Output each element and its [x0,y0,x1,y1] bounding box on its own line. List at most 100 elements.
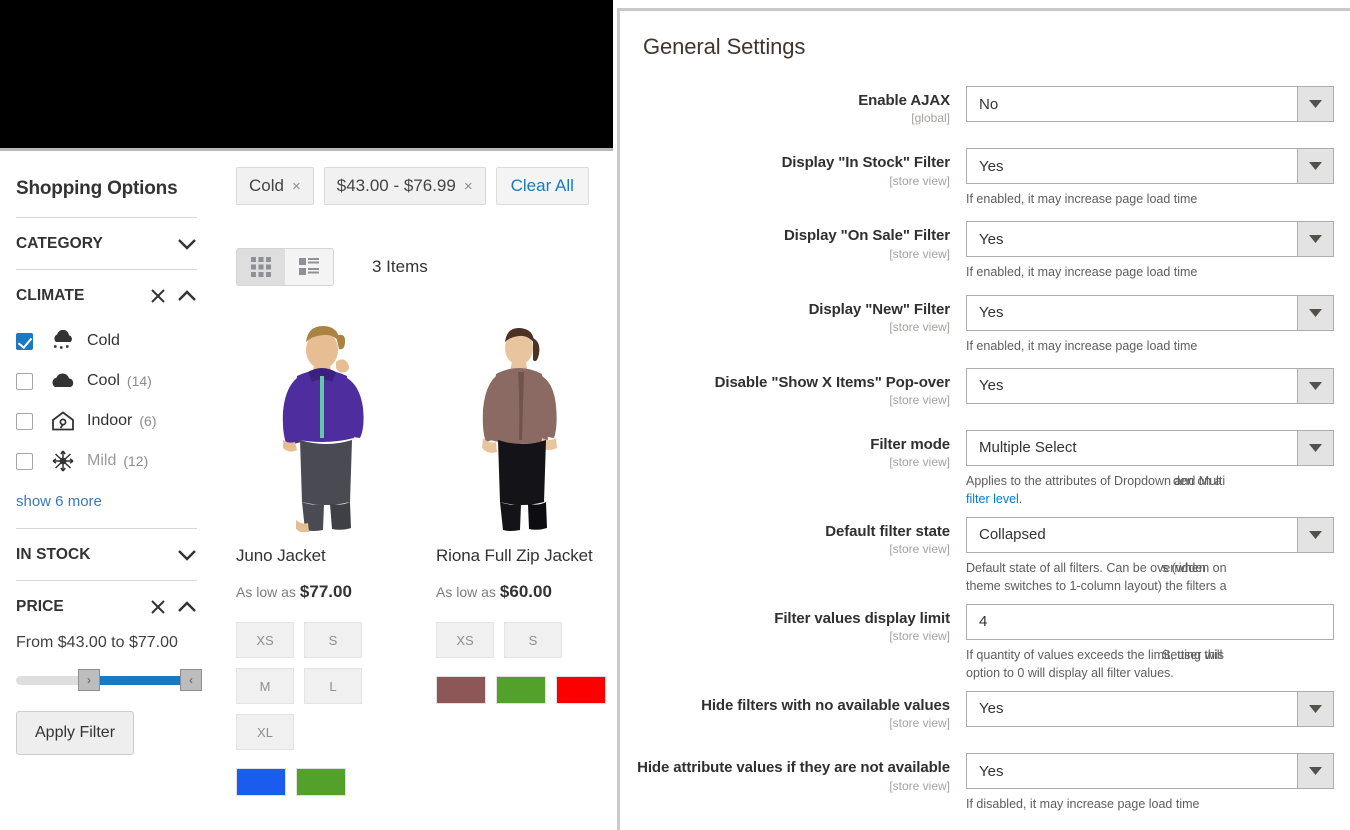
size-swatch[interactable]: M [236,668,294,704]
field-hint: If quantity of values exceeds the limit,… [966,640,1334,680]
select-default-filter-state[interactable]: Collapsed [966,516,1334,553]
chevron-down-icon[interactable] [1297,691,1333,726]
field-label-block: Filter values display limit [store view] [620,604,966,643]
field-label: Filter mode [870,435,950,453]
filter-group-in-stock[interactable]: IN STOCK [16,529,197,580]
apply-filter-button[interactable]: Apply Filter [16,710,135,755]
field-label-block: Hide filters with no available values [s… [620,691,966,730]
chevron-up-icon[interactable] [177,600,197,614]
chevron-down-icon[interactable] [1297,517,1333,552]
price-prefix: As low as [436,584,496,600]
checkbox-mild[interactable] [16,452,33,470]
slider-handle-max[interactable]: ‹ [180,668,202,691]
close-icon[interactable]: × [464,178,473,195]
select-hide-filters-no-values[interactable]: Yes [966,690,1334,727]
product-name[interactable]: Juno Jacket [236,532,418,566]
filter-chip-climate[interactable]: Cold × [236,167,314,205]
climate-option-list: Cold Cool (14) Indoor (6) Mild (12) [16,321,197,487]
show-more-link[interactable]: show 6 more [16,487,197,528]
field-hint-line2: option to 0 will display all filter valu… [966,666,1174,681]
checkbox-indoor[interactable] [16,412,33,430]
select-value: Yes [979,700,1004,718]
chevron-down-icon[interactable] [1297,222,1333,257]
field-label: Disable "Show X Items" Pop-over [714,373,950,391]
product-card: Juno Jacket As low as $77.00 XS S M L XL [236,314,418,796]
filter-group-label: PRICE [16,598,64,615]
size-swatch[interactable]: S [504,622,562,658]
filter-chip-price[interactable]: $43.00 - $76.99 × [323,167,486,205]
list-item[interactable]: Indoor (6) [16,401,197,441]
field-control: No [966,86,1350,122]
grid-view-icon[interactable] [237,249,285,285]
field-control: Yes If disabled, it may increase page lo… [966,753,1350,813]
clear-all-button[interactable]: Clear All [495,167,589,205]
clear-filter-x-icon[interactable] [150,288,166,304]
filter-group-climate[interactable]: CLIMATE [16,270,197,321]
storefront-page: Shopping Options CATEGORY CLIMATE Cold C… [0,0,616,830]
field-row-display-on-sale-filter: Display "On Sale" Filter [store view] Ye… [620,221,1350,294]
select-disable-show-x-items-popover[interactable]: Yes [966,367,1334,404]
checkbox-cold[interactable] [16,332,33,350]
select-display-new-filter[interactable]: Yes [966,294,1334,331]
color-swatch-mauve[interactable] [436,676,486,704]
price-range-slider[interactable]: › ‹ [16,668,202,691]
list-item-count: (14) [126,373,152,389]
field-label-block: Filter mode [store view] [620,430,966,469]
chevron-down-icon[interactable] [1297,368,1333,403]
filter-group-price[interactable]: PRICE [16,581,197,632]
select-hide-attribute-values[interactable]: Yes [966,753,1334,790]
field-hint-line2: theme switches to 1-column layout) the f… [966,579,1227,594]
list-item-label: Mild [87,452,117,469]
list-item-count: (6) [139,413,157,429]
filter-level-link[interactable]: filter level [966,492,1019,506]
size-swatch[interactable]: S [304,622,362,658]
size-swatch[interactable]: XS [436,622,494,658]
color-swatch-green[interactable] [496,676,546,704]
chevron-down-icon[interactable] [1297,149,1333,184]
product-name[interactable]: Riona Full Zip Jacket [436,532,616,566]
filter-group-category[interactable]: CATEGORY [16,218,197,269]
select-enable-ajax[interactable]: No [966,86,1334,122]
field-control: 4 If quantity of values exceeds the limi… [966,603,1350,680]
size-swatch[interactable]: XS [236,622,294,658]
chevron-down-icon[interactable] [1297,87,1333,121]
list-item-label: Cool [87,372,120,389]
list-view-icon[interactable] [285,249,333,285]
product-image-riona-full-zip-jacket[interactable] [436,314,616,532]
field-control: Yes If enabled, it may increase page loa… [966,294,1350,355]
list-item[interactable]: Cold [16,321,197,361]
close-icon[interactable]: × [292,178,301,195]
size-swatch[interactable]: L [304,668,362,704]
price-prefix: As low as [236,584,296,600]
checkbox-cool[interactable] [16,372,33,390]
color-swatch-blue[interactable] [236,768,286,796]
field-label: Display "In Stock" Filter [781,154,951,172]
chevron-up-icon[interactable] [177,289,197,303]
list-item[interactable]: Mild (12) [16,441,197,481]
select-display-in-stock-filter[interactable]: Yes [966,148,1334,185]
field-hint: If enabled, it may increase page load ti… [966,192,1198,207]
chevron-down-icon[interactable] [1297,430,1333,465]
clear-filter-x-icon[interactable] [150,599,166,615]
list-item-label: Indoor [87,412,133,429]
field-scope: [store view] [889,629,950,644]
chevron-down-icon[interactable] [177,549,197,562]
input-filter-values-display-limit[interactable]: 4 [966,603,1334,640]
chevron-down-icon[interactable] [1297,754,1333,789]
product-price: As low as $60.00 [436,566,616,602]
filter-chip-label: Cold [249,176,284,195]
product-image-juno-jacket[interactable] [236,314,418,532]
list-item[interactable]: Cool (14) [16,361,197,401]
field-label: Hide attribute values if they are not av… [637,759,950,777]
select-filter-mode[interactable]: Multiple Select [966,429,1334,466]
color-swatches [236,750,418,796]
chevron-down-icon[interactable] [1297,295,1333,330]
slider-handle-min[interactable]: › [78,668,100,691]
color-swatch-red[interactable] [556,676,606,704]
chevron-down-icon[interactable] [177,238,197,251]
field-label-block: Display "New" Filter [store view] [620,295,966,334]
size-swatch[interactable]: XL [236,714,294,750]
color-swatch-green[interactable] [296,768,346,796]
field-row-display-new-filter: Display "New" Filter [store view] Yes If… [620,294,1350,368]
select-display-on-sale-filter[interactable]: Yes [966,221,1334,258]
